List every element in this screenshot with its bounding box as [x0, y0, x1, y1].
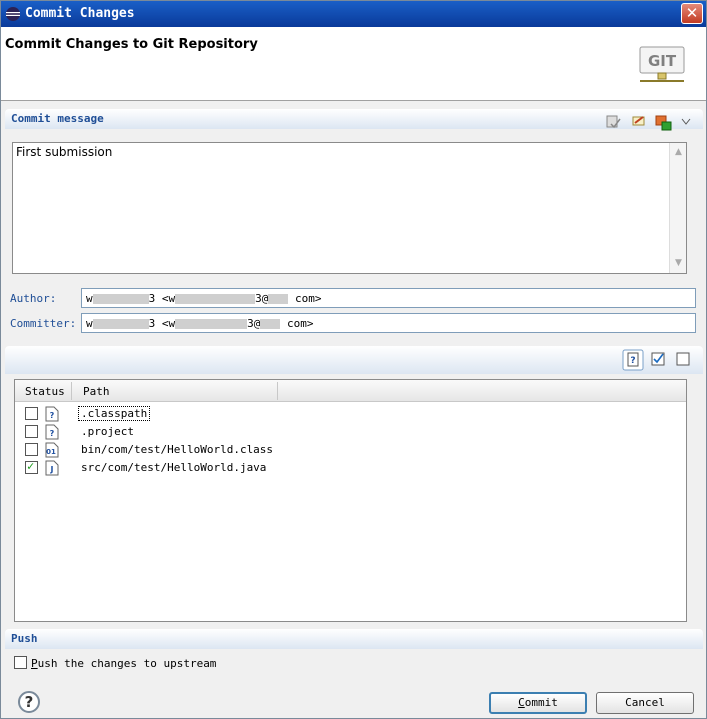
table-row[interactable]: ? .classpath — [15, 405, 686, 423]
file-checkbox[interactable] — [25, 443, 38, 456]
table-row[interactable]: J src/com/test/HelloWorld.java — [15, 459, 686, 477]
git-logo-text: GIT — [648, 52, 677, 70]
committer-value-start: w — [86, 317, 93, 330]
redacted-block — [260, 319, 281, 329]
spell-check-icon[interactable] — [605, 113, 621, 131]
files-table-header: Status Path — [15, 380, 686, 402]
svg-text:J: J — [50, 465, 54, 474]
title-bar: Commit Changes ✕ — [1, 1, 706, 27]
commit-mnemonic: C — [518, 696, 525, 709]
push-label-text: ush the changes to upstream — [37, 657, 217, 670]
table-row[interactable]: 01 bin/com/test/HelloWorld.class — [15, 441, 686, 459]
dialog-banner: Commit Changes to Git Repository — [1, 27, 706, 101]
svg-text:?: ? — [50, 429, 55, 438]
author-field[interactable]: w3 <w 3@ com> — [81, 288, 696, 308]
committer-value-mid: 3 <w — [148, 317, 176, 330]
eclipse-icon — [6, 7, 20, 21]
push-upstream-label[interactable]: Push the changes to upstream — [31, 657, 216, 670]
commit-message-header: Commit message — [5, 109, 703, 129]
cancel-button[interactable]: Cancel — [596, 692, 694, 714]
redacted-block — [92, 294, 149, 304]
files-table: Status Path ? .classpath ? .project 01 b… — [14, 379, 687, 622]
dropdown-chevron-icon[interactable] — [681, 115, 691, 133]
git-logo-icon: GIT — [639, 46, 685, 82]
column-path[interactable]: Path — [83, 385, 110, 398]
svg-text:?: ? — [630, 356, 635, 366]
push-mnemonic: P — [31, 657, 38, 670]
push-title: Push — [11, 632, 38, 645]
commit-message-scrollbar[interactable]: ▲ ▼ — [669, 143, 686, 273]
close-button[interactable]: ✕ — [681, 3, 703, 24]
signed-off-icon[interactable] — [631, 113, 647, 131]
committer-label: Committer: — [10, 317, 77, 330]
deselect-all-icon[interactable] — [676, 352, 691, 372]
redacted-block — [268, 294, 289, 304]
column-status[interactable]: Status — [25, 385, 65, 398]
files-header — [5, 346, 703, 374]
file-checkbox[interactable] — [25, 459, 38, 474]
file-checkbox[interactable] — [25, 407, 38, 420]
file-path: bin/com/test/HelloWorld.class — [81, 443, 274, 456]
change-id-icon[interactable] — [655, 113, 673, 131]
dialog-heading: Commit Changes to Git Repository — [5, 37, 258, 52]
commit-dialog: Commit Changes ✕ Commit Changes to Git R… — [0, 0, 707, 719]
show-untracked-icon[interactable]: ? — [622, 349, 644, 371]
class-file-icon: 01 — [45, 442, 59, 458]
select-all-icon[interactable] — [651, 352, 666, 372]
table-row[interactable]: ? .project — [15, 423, 686, 441]
scroll-down-icon[interactable]: ▼ — [671, 256, 686, 271]
committer-value-end: com> — [287, 317, 314, 330]
file-path: .project — [81, 425, 134, 438]
push-upstream-checkbox[interactable] — [14, 656, 27, 669]
column-separator — [277, 382, 278, 400]
redacted-block — [175, 319, 248, 329]
push-header: Push — [5, 629, 703, 649]
file-checkbox[interactable] — [25, 425, 38, 438]
commit-message-input[interactable]: First submission — [12, 142, 687, 274]
column-separator — [71, 382, 72, 400]
commit-message-title: Commit message — [11, 112, 104, 125]
commit-button[interactable]: Commit — [489, 692, 587, 714]
scroll-up-icon[interactable]: ▲ — [671, 145, 686, 160]
java-file-icon: J — [45, 460, 59, 476]
help-icon[interactable]: ? — [18, 691, 40, 713]
author-value-mid: 3 <w — [148, 292, 176, 305]
author-value-start: w — [86, 292, 93, 305]
author-label: Author: — [10, 292, 57, 305]
untracked-file-icon: ? — [45, 406, 59, 422]
redacted-block — [175, 294, 256, 304]
file-path: src/com/test/HelloWorld.java — [81, 461, 267, 474]
commit-label: ommit — [524, 696, 558, 709]
author-value-end: com> — [295, 292, 322, 305]
redacted-block — [92, 319, 149, 329]
window-title: Commit Changes — [25, 6, 135, 21]
svg-text:?: ? — [50, 411, 55, 420]
file-path: .classpath — [77, 406, 151, 421]
untracked-file-icon: ? — [45, 424, 59, 440]
committer-field[interactable]: w3 <w 3@ com> — [81, 313, 696, 333]
svg-text:01: 01 — [46, 448, 56, 456]
